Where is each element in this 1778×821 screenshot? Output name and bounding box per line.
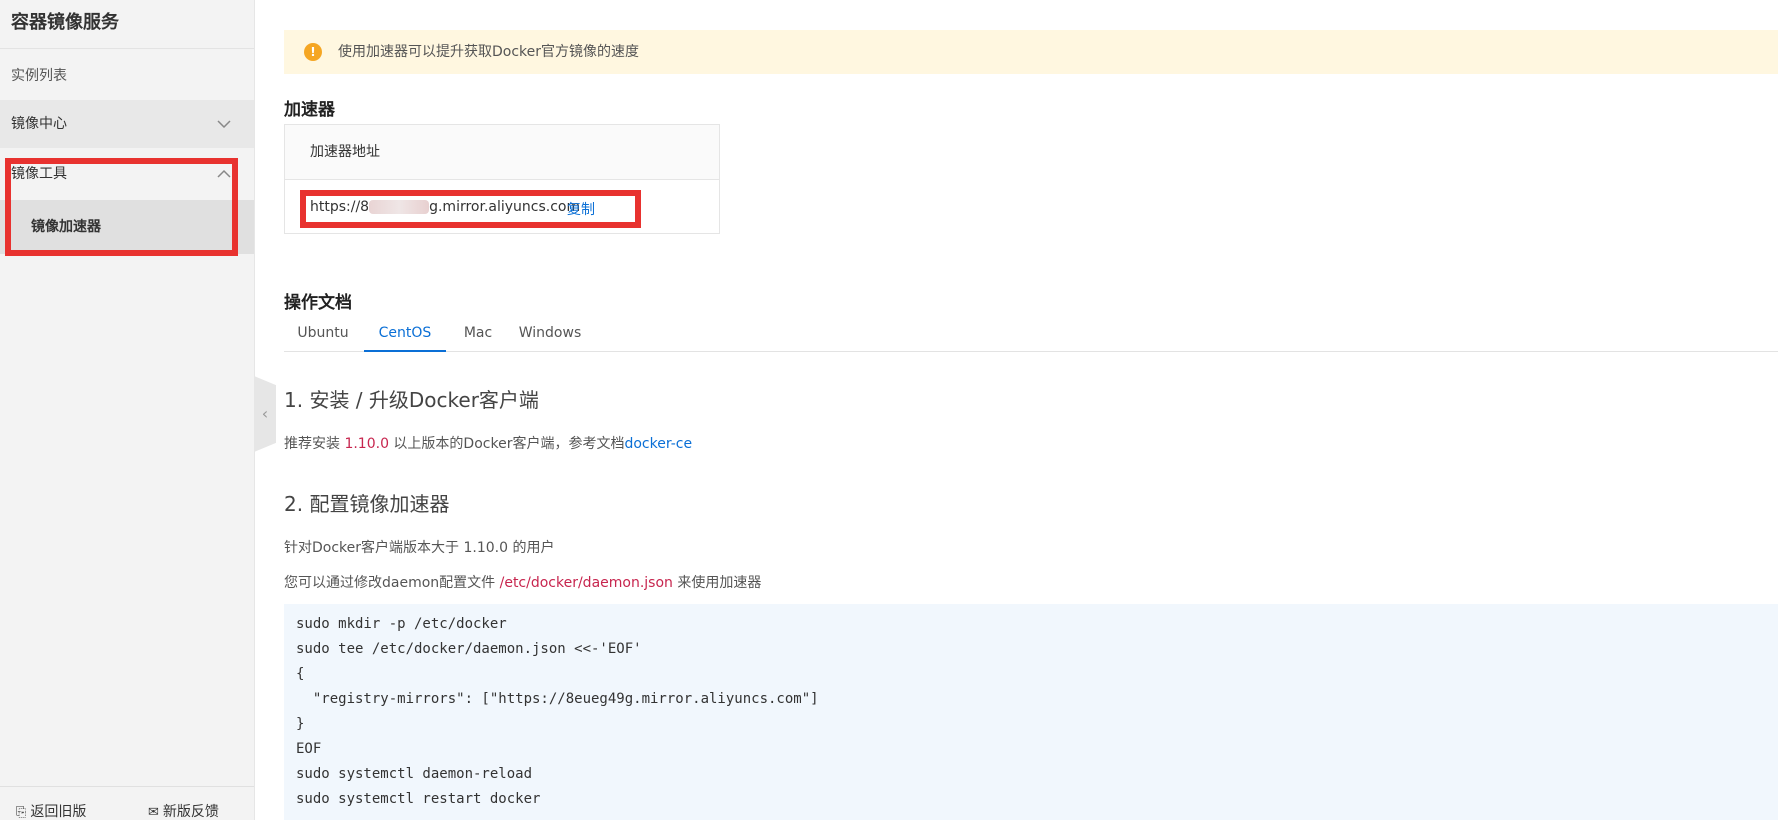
mail-icon: ✉ <box>148 805 159 820</box>
step1-text-before: 推荐安装 <box>284 436 345 452</box>
code-block[interactable]: sudo mkdir -p /etc/docker sudo tee /etc/… <box>284 604 1778 820</box>
sidebar-subitem-label: 镜像加速器 <box>31 219 101 235</box>
new-version-feedback-button[interactable]: ✉ 新版反馈 <box>148 801 219 821</box>
code-line: "registry-mirrors": ["https://8eueg49g.m… <box>296 691 819 707</box>
sidebar-title: 容器镜像服务 <box>11 12 119 33</box>
step1-title: 1. 安装 / 升级Docker客户端 <box>284 388 539 412</box>
warning-icon: ! <box>304 43 322 61</box>
notice-bar: ! 使用加速器可以提升获取Docker官方镜像的速度 <box>284 30 1778 74</box>
tab-ubuntu[interactable]: Ubuntu <box>284 316 362 350</box>
accelerator-heading: 加速器 <box>284 100 335 120</box>
collapse-sidebar-button[interactable]: ‹ <box>254 376 276 452</box>
sidebar-footer: ⎘ 返回旧版 ✉ 新版反馈 <box>0 786 254 821</box>
accelerator-table: 加速器地址 https://8 g.mirror.aliyuncs.com 复制 <box>284 124 720 234</box>
feedback-label: 新版反馈 <box>162 804 219 820</box>
step2-text-after: 来使用加速器 <box>672 575 762 591</box>
notice-text: 使用加速器可以提升获取Docker官方镜像的速度 <box>338 44 640 60</box>
copy-url-button[interactable]: 复制 <box>567 199 595 219</box>
step1-paragraph: 推荐安装 1.10.0 以上版本的Docker客户端，参考文档docker-ce <box>284 433 692 453</box>
return-icon: ⎘ <box>16 805 27 820</box>
back-label: 返回旧版 <box>30 804 87 820</box>
step2-paragraph-2: 您可以通过修改daemon配置文件 /etc/docker/daemon.jso… <box>284 572 761 592</box>
sidebar-divider <box>0 48 254 49</box>
sidebar-item-label: 实例列表 <box>11 68 67 84</box>
code-line: EOF <box>296 741 322 757</box>
step2-title: 2. 配置镜像加速器 <box>284 492 450 516</box>
chevron-left-icon: ‹ <box>261 404 269 423</box>
sidebar: 容器镜像服务 实例列表 镜像中心 镜像工具 镜像加速器 ⎘ 返回旧版 ✉ 新版反馈 <box>0 0 255 820</box>
sidebar-item-image-tools[interactable]: 镜像工具 <box>0 150 254 198</box>
code-line: { <box>296 666 305 682</box>
sidebar-item-image-center[interactable]: 镜像中心 <box>0 100 254 148</box>
tab-mac[interactable]: Mac <box>450 316 506 350</box>
code-line: sudo tee /etc/docker/daemon.json <<-'EOF… <box>296 641 642 657</box>
sidebar-item-instance-list[interactable]: 实例列表 <box>0 52 254 100</box>
daemon-json-path: /etc/docker/daemon.json <box>499 575 673 591</box>
url-suffix: g.mirror.aliyuncs.com <box>429 199 581 215</box>
step1-version: 1.10.0 <box>344 436 389 452</box>
code-line: sudo mkdir -p /etc/docker <box>296 616 507 632</box>
sidebar-item-label: 镜像工具 <box>11 166 67 182</box>
code-line: } <box>296 716 305 732</box>
step2-text-before: 您可以通过修改daemon配置文件 <box>284 575 500 591</box>
sidebar-item-label: 镜像中心 <box>11 116 67 132</box>
docs-heading: 操作文档 <box>284 293 352 313</box>
step2-paragraph-1: 针对Docker客户端版本大于 1.10.0 的用户 <box>284 540 555 556</box>
sidebar-subitem-accelerator[interactable]: 镜像加速器 <box>0 200 254 254</box>
code-line: sudo systemctl restart docker <box>296 791 541 807</box>
os-tabs: Ubuntu CentOS Mac Windows <box>284 316 1778 352</box>
docker-ce-link[interactable]: docker-ce <box>624 436 692 452</box>
back-to-old-version-button[interactable]: ⎘ 返回旧版 <box>16 801 86 821</box>
code-line: sudo systemctl daemon-reload <box>296 766 533 782</box>
redacted-segment <box>369 200 430 214</box>
accelerator-url[interactable]: https://8 g.mirror.aliyuncs.com <box>310 199 580 215</box>
step1-text-after: 以上版本的Docker客户端，参考文档 <box>388 436 625 452</box>
accelerator-column-header: 加速器地址 <box>285 125 719 180</box>
url-prefix: https://8 <box>310 199 370 215</box>
tab-windows[interactable]: Windows <box>508 316 592 350</box>
tab-centos[interactable]: CentOS <box>364 316 446 352</box>
